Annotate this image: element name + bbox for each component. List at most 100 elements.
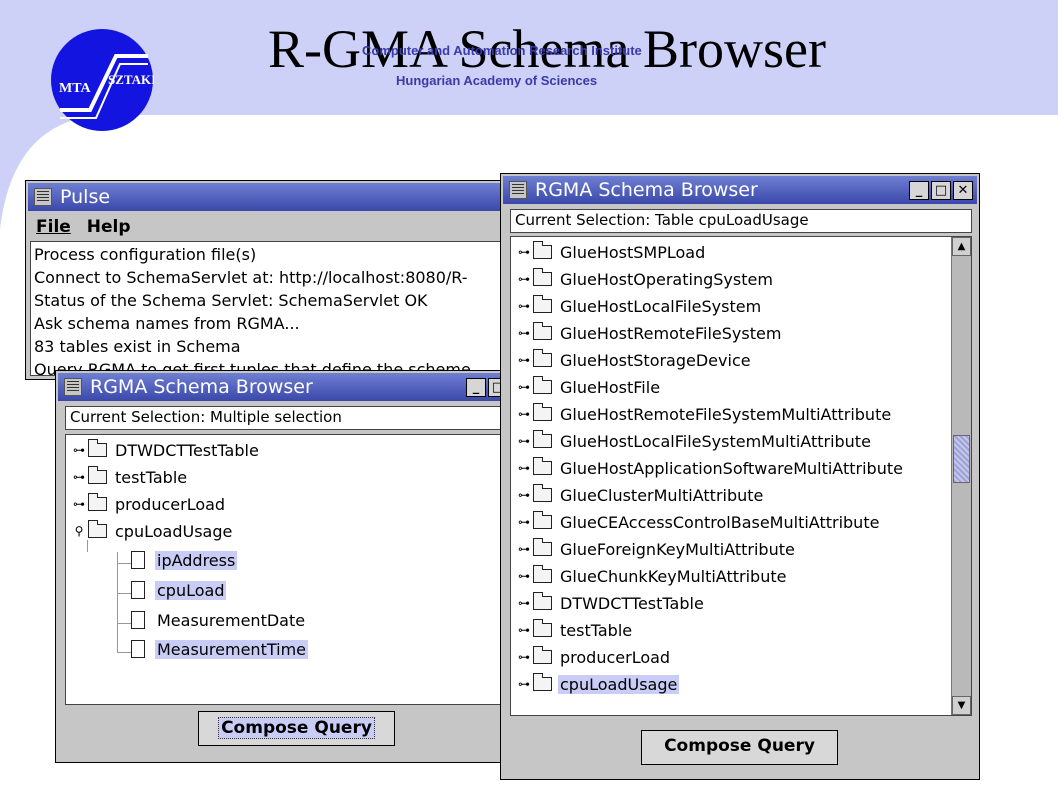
maximize-button[interactable]: □ [931,181,951,200]
document-icon [131,611,145,629]
tree-node-table[interactable]: ⊶ GlueHostStorageDevice [515,348,753,372]
browser-small-title-bar[interactable]: RGMA Schema Browser _ □ ✕ [58,373,534,401]
tree-node-table[interactable]: ⊶ testTable [515,618,634,642]
tree-node-table[interactable]: ⊶ GlueHostRemoteFileSystem [515,321,783,345]
folder-icon [533,619,552,637]
menu-file[interactable]: File [36,214,71,240]
tree-node-table[interactable]: ⊶ GlueHostLocalFileSystemMultiAttribute [515,429,873,453]
tree-leaf-column[interactable]: MeasurementDate [131,608,307,632]
scroll-down-arrow-icon[interactable]: ▼ [952,696,971,715]
expand-handle-icon[interactable]: ⊶ [515,488,533,502]
tree-node-table[interactable]: ⊶ GlueCEAccessControlBaseMultiAttribute [515,510,881,534]
expand-handle-icon[interactable]: ⊶ [70,443,88,457]
expand-handle-icon[interactable]: ⊶ [515,515,533,529]
tree-node-table[interactable]: ⊶ producerLoad [515,645,672,669]
tree-node-table-expanded[interactable]: ⚲ cpuLoadUsage [70,519,234,543]
schema-browser-large: RGMA Schema Browser _ □ ✕ Current Select… [500,173,980,780]
tree-node-table[interactable]: ⊶ GlueHostRemoteFileSystemMultiAttribute [515,402,893,426]
logo-right-text: SZTAKI [108,72,154,87]
expand-handle-icon[interactable]: ⊶ [515,353,533,367]
tree-node-table[interactable]: ⊶ GlueHostLocalFileSystem [515,294,763,318]
tree-node-label: testTable [115,467,188,487]
folder-icon [533,592,552,610]
folder-icon [533,457,552,475]
tree-node-label: GlueHostLocalFileSystem [560,296,762,316]
schema-tree-large[interactable]: ⊶ GlueHostSMPLoad ⊶ GlueHostOperatingSys… [510,236,972,716]
expand-handle-icon[interactable]: ⊶ [515,542,533,556]
scroll-up-arrow-icon[interactable]: ▲ [952,237,971,256]
tree-leaf-column[interactable]: cpuLoad [131,578,227,602]
window-menu-icon[interactable] [64,378,82,396]
pulse-menubar: File Help [30,214,131,240]
tree-node-label: GlueHostStorageDevice [560,350,751,370]
expand-handle-icon[interactable]: ⊶ [515,326,533,340]
close-button[interactable]: ✕ [953,181,973,200]
tree-node-table[interactable]: ⊶ testTable [70,465,189,489]
tree-node-label: GlueHostSMPLoad [560,242,706,262]
browser-large-title: RGMA Schema Browser [535,179,758,201]
expand-handle-icon[interactable]: ⊶ [515,380,533,394]
minimize-button[interactable]: _ [909,181,929,200]
window-menu-icon[interactable] [509,181,527,199]
tree-node-table[interactable]: ⊶ GlueHostOperatingSystem [515,267,775,291]
document-icon [131,640,145,658]
log-line: Connect to SchemaServlet at: http://loca… [34,268,468,287]
expand-handle-icon[interactable]: ⊶ [515,677,533,691]
tree-node-label: DTWDCTTestTable [560,593,704,613]
tree-node-table[interactable]: ⊶ GlueHostApplicationSoftwareMultiAttrib… [515,456,905,480]
tree-node-table[interactable]: ⊶ GlueForeignKeyMultiAttribute [515,537,797,561]
folder-icon [533,646,552,664]
menu-help[interactable]: Help [87,214,131,240]
expand-handle-icon[interactable]: ⊶ [515,623,533,637]
expand-handle-icon[interactable]: ⊶ [515,569,533,583]
minimize-button[interactable]: _ [466,378,486,397]
vertical-scrollbar[interactable]: ▲ ▼ [951,237,971,715]
browser-small-title: RGMA Schema Browser [90,376,313,398]
compose-query-button[interactable]: Compose Query [198,711,395,746]
tree-node-table[interactable]: ⊶ GlueClusterMultiAttribute [515,483,765,507]
expand-handle-icon[interactable]: ⊶ [515,245,533,259]
expand-handle-icon[interactable]: ⊶ [515,434,533,448]
tree-node-label: producerLoad [560,647,671,667]
scroll-thumb[interactable] [953,435,970,483]
tree-node-label: DTWDCTTestTable [115,440,259,460]
window-menu-icon[interactable] [34,188,52,206]
collapse-handle-icon[interactable]: ⚲ [70,524,88,538]
institute-line-2: Hungarian Academy of Sciences [396,73,598,88]
tree-leaf-column[interactable]: ipAddress [131,548,238,572]
tree-node-label: GlueHostRemoteFileSystemMultiAttribute [560,404,892,424]
tree-node-label: GlueClusterMultiAttribute [560,485,764,505]
expand-handle-icon[interactable]: ⊶ [515,596,533,610]
folder-icon [533,430,552,448]
schema-tree-small[interactable]: ⊶ DTWDCTTestTable ⊶ testTable ⊶ producer… [65,434,527,705]
expand-handle-icon[interactable]: ⊶ [515,407,533,421]
tree-leaf-label: ipAddress [155,550,238,570]
folder-icon [88,466,107,484]
expand-handle-icon[interactable]: ⊶ [70,497,88,511]
expand-handle-icon[interactable]: ⊶ [70,470,88,484]
tree-node-table[interactable]: ⊶ DTWDCTTestTable [70,438,261,462]
tree-node-table[interactable]: ⊶ GlueChunkKeyMultiAttribute [515,564,788,588]
tree-node-label: GlueHostOperatingSystem [560,269,773,289]
browser-large-title-bar[interactable]: RGMA Schema Browser _ □ ✕ [503,176,977,204]
folder-icon [533,538,552,556]
tree-leaf-column[interactable]: MeasurementTime [131,637,308,661]
expand-handle-icon[interactable]: ⊶ [515,272,533,286]
logo-left-text: MTA [59,81,92,96]
pulse-title-bar[interactable]: Pulse [28,183,527,211]
expand-handle-icon[interactable]: ⊶ [515,299,533,313]
compose-query-button[interactable]: Compose Query [641,730,838,765]
pulse-window: Pulse File Help Process configuration fi… [25,180,530,380]
folder-icon [533,349,552,367]
tree-node-label: GlueHostFile [560,377,661,397]
expand-handle-icon[interactable]: ⊶ [515,650,533,664]
tree-node-table[interactable]: ⊶ producerLoad [70,492,227,516]
tree-node-label: testTable [560,620,633,640]
expand-handle-icon[interactable]: ⊶ [515,461,533,475]
tree-node-table[interactable]: ⊶ GlueHostFile [515,375,662,399]
folder-icon [533,376,552,394]
pulse-log-pane: Process configuration file(s) Connect to… [30,241,529,376]
tree-node-table[interactable]: ⊶ GlueHostSMPLoad [515,240,707,264]
tree-node-table[interactable]: ⊶ DTWDCTTestTable [515,591,706,615]
tree-node-table-selected[interactable]: ⊶ cpuLoadUsage [515,672,680,696]
